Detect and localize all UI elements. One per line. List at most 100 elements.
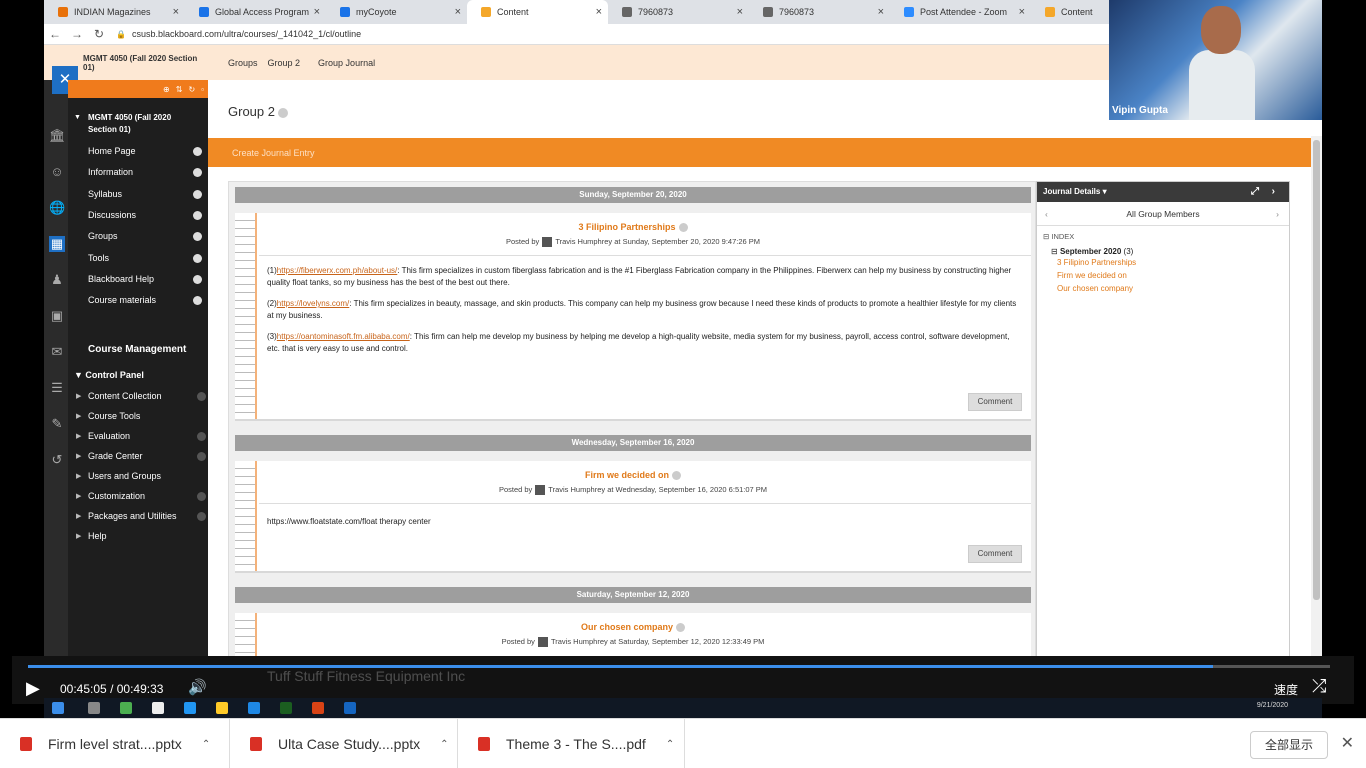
control-panel-item[interactable]: ▶ Grade Center: [76, 451, 208, 461]
tab-close-icon[interactable]: ×: [878, 6, 884, 18]
control-panel-item[interactable]: ▶ Users and Groups: [76, 471, 208, 481]
sort-icon[interactable]: ⇅: [176, 85, 183, 94]
tools-icon[interactable]: ✎: [49, 416, 65, 432]
entry-link[interactable]: https://oantominasoft.fm.alibaba.com/: [277, 332, 410, 341]
course-menu-item[interactable]: Information: [88, 167, 208, 178]
expand-arrow-icon[interactable]: ▶: [76, 392, 81, 400]
entry-title[interactable]: Firm we decided on: [235, 470, 1031, 481]
item-options-icon[interactable]: [193, 210, 202, 220]
index-link[interactable]: Our chosen company: [1037, 280, 1289, 293]
item-options-icon[interactable]: [197, 452, 206, 461]
seek-bar[interactable]: [28, 665, 1330, 668]
expand-arrow-icon[interactable]: ▶: [76, 512, 81, 520]
app-icon[interactable]: [184, 702, 196, 714]
tab-close-icon[interactable]: ×: [173, 6, 179, 18]
control-panel-item[interactable]: ▶ Help: [76, 531, 208, 541]
expand-arrow-icon[interactable]: ▶: [76, 472, 81, 480]
course-menu-item[interactable]: Discussions: [88, 210, 208, 220]
control-panel-item[interactable]: ▶ Content Collection: [76, 391, 208, 401]
members-selector[interactable]: ‹ All Group Members ›: [1037, 202, 1289, 226]
browser-tab[interactable]: Post Attendee - Zoom ×: [890, 0, 1031, 24]
browser-tab[interactable]: 7960873 ×: [749, 0, 890, 24]
calendar-icon[interactable]: ▣: [49, 308, 65, 324]
courses-icon[interactable]: ▦: [49, 236, 65, 252]
scrollbar-thumb[interactable]: [1313, 140, 1320, 600]
folder-icon[interactable]: ▫: [201, 85, 204, 94]
control-panel-heading[interactable]: ▼ Control Panel: [74, 370, 144, 380]
expand-arrow-icon[interactable]: ▶: [76, 452, 81, 460]
entry-link[interactable]: https://fiberwerx.com.ph/about-us/: [277, 266, 398, 275]
month-group[interactable]: ⊟ September 2020 (3): [1037, 241, 1289, 256]
sign-out-icon[interactable]: ↺: [49, 452, 65, 468]
tab-close-icon[interactable]: ×: [737, 6, 743, 18]
item-options-icon[interactable]: [193, 147, 202, 156]
expand-icon[interactable]: ⤢: [1251, 182, 1259, 202]
start-icon[interactable]: [52, 702, 64, 714]
tab-close-icon[interactable]: ×: [596, 6, 602, 18]
menu-course-title[interactable]: ▼ MGMT 4050 (Fall 2020 Section 01): [68, 98, 208, 136]
browser-tab[interactable]: INDIAN Magazines ×: [44, 0, 185, 24]
breadcrumb-groups[interactable]: Groups: [228, 58, 258, 68]
item-options-icon[interactable]: [193, 189, 202, 199]
create-journal-entry-button[interactable]: Create Journal Entry: [232, 148, 315, 158]
messages-icon[interactable]: ✉: [49, 344, 65, 360]
volume-icon[interactable]: 🔊: [188, 678, 207, 696]
breadcrumb-group-2[interactable]: Group 2: [268, 58, 301, 68]
back-icon[interactable]: ←: [44, 27, 66, 41]
play-icon[interactable]: ▶: [26, 678, 40, 699]
expand-arrow-icon[interactable]: ▶: [76, 492, 81, 500]
grades-icon[interactable]: ☰: [49, 380, 65, 396]
url-field[interactable]: 🔒 csusb.blackboard.com/ultra/courses/_14…: [116, 29, 361, 39]
item-options-icon[interactable]: [193, 296, 202, 306]
globe-icon[interactable]: 🌐: [49, 200, 65, 216]
index-heading[interactable]: ⊟ INDEX: [1037, 226, 1289, 241]
collapse-caret-icon[interactable]: ▼: [74, 112, 81, 124]
index-link[interactable]: 3 Filipino Partnerships: [1037, 256, 1289, 267]
course-menu-item[interactable]: Blackboard Help: [88, 274, 208, 284]
item-options-icon[interactable]: [193, 253, 202, 263]
entry-title[interactable]: 3 Filipino Partnerships: [235, 222, 1031, 233]
chrome-icon[interactable]: [120, 702, 132, 714]
control-panel-item[interactable]: ▶ Customization: [76, 491, 208, 501]
course-menu-item[interactable]: Tools: [88, 253, 208, 263]
chevron-right-icon[interactable]: ›: [1272, 182, 1275, 202]
course-menu-item[interactable]: Groups: [88, 231, 208, 242]
show-all-button[interactable]: 全部显示: [1250, 731, 1328, 759]
institution-icon[interactable]: 🏛: [49, 128, 66, 144]
powerpoint-icon[interactable]: [312, 702, 324, 714]
task-view-icon[interactable]: [88, 702, 100, 714]
close-icon[interactable]: ✕: [1341, 733, 1354, 753]
course-menu-item[interactable]: Home Page: [88, 146, 208, 156]
index-link[interactable]: Firm we decided on: [1037, 267, 1289, 280]
page-scrollbar[interactable]: [1311, 136, 1322, 656]
item-options-icon[interactable]: [193, 168, 202, 178]
control-panel-item[interactable]: ▶ Evaluation: [76, 431, 208, 441]
zoom-icon[interactable]: [344, 702, 356, 714]
tab-close-icon[interactable]: ×: [455, 6, 461, 18]
entry-options-icon[interactable]: [672, 471, 681, 481]
profile-icon[interactable]: ☺: [49, 164, 65, 180]
folder-icon[interactable]: [216, 702, 228, 714]
chevron-right-icon[interactable]: ›: [1276, 202, 1279, 226]
item-options-icon[interactable]: [197, 492, 206, 501]
journal-details-header[interactable]: Journal Details ▾ ⤢ ›: [1037, 182, 1289, 202]
chevron-up-icon[interactable]: ⌃: [666, 739, 674, 750]
comment-button[interactable]: Comment: [968, 393, 1022, 411]
browser-tab[interactable]: Global Access Program (GA ×: [185, 0, 326, 24]
speed-button[interactable]: 速度: [1274, 681, 1298, 698]
browser-tab[interactable]: 7960873 ×: [608, 0, 749, 24]
item-options-icon[interactable]: [193, 232, 202, 242]
expand-arrow-icon[interactable]: ▶: [76, 412, 81, 420]
expand-arrow-icon[interactable]: ▶: [76, 432, 81, 440]
item-options-icon[interactable]: [193, 274, 202, 284]
forward-icon[interactable]: →: [66, 27, 88, 41]
entry-options-icon[interactable]: [676, 623, 686, 633]
entry-title[interactable]: Our chosen company: [235, 622, 1031, 633]
download-item[interactable]: Firm level strat....pptx ⌃: [0, 719, 230, 768]
tab-close-icon[interactable]: ×: [314, 6, 320, 18]
reload-icon[interactable]: ↻: [88, 27, 110, 41]
expand-arrow-icon[interactable]: ▶: [76, 532, 81, 540]
course-menu-item[interactable]: Syllabus: [88, 189, 208, 199]
entry-link[interactable]: https://lovelyns.com/: [277, 299, 349, 308]
browser-tab[interactable]: Content ×: [467, 0, 608, 24]
